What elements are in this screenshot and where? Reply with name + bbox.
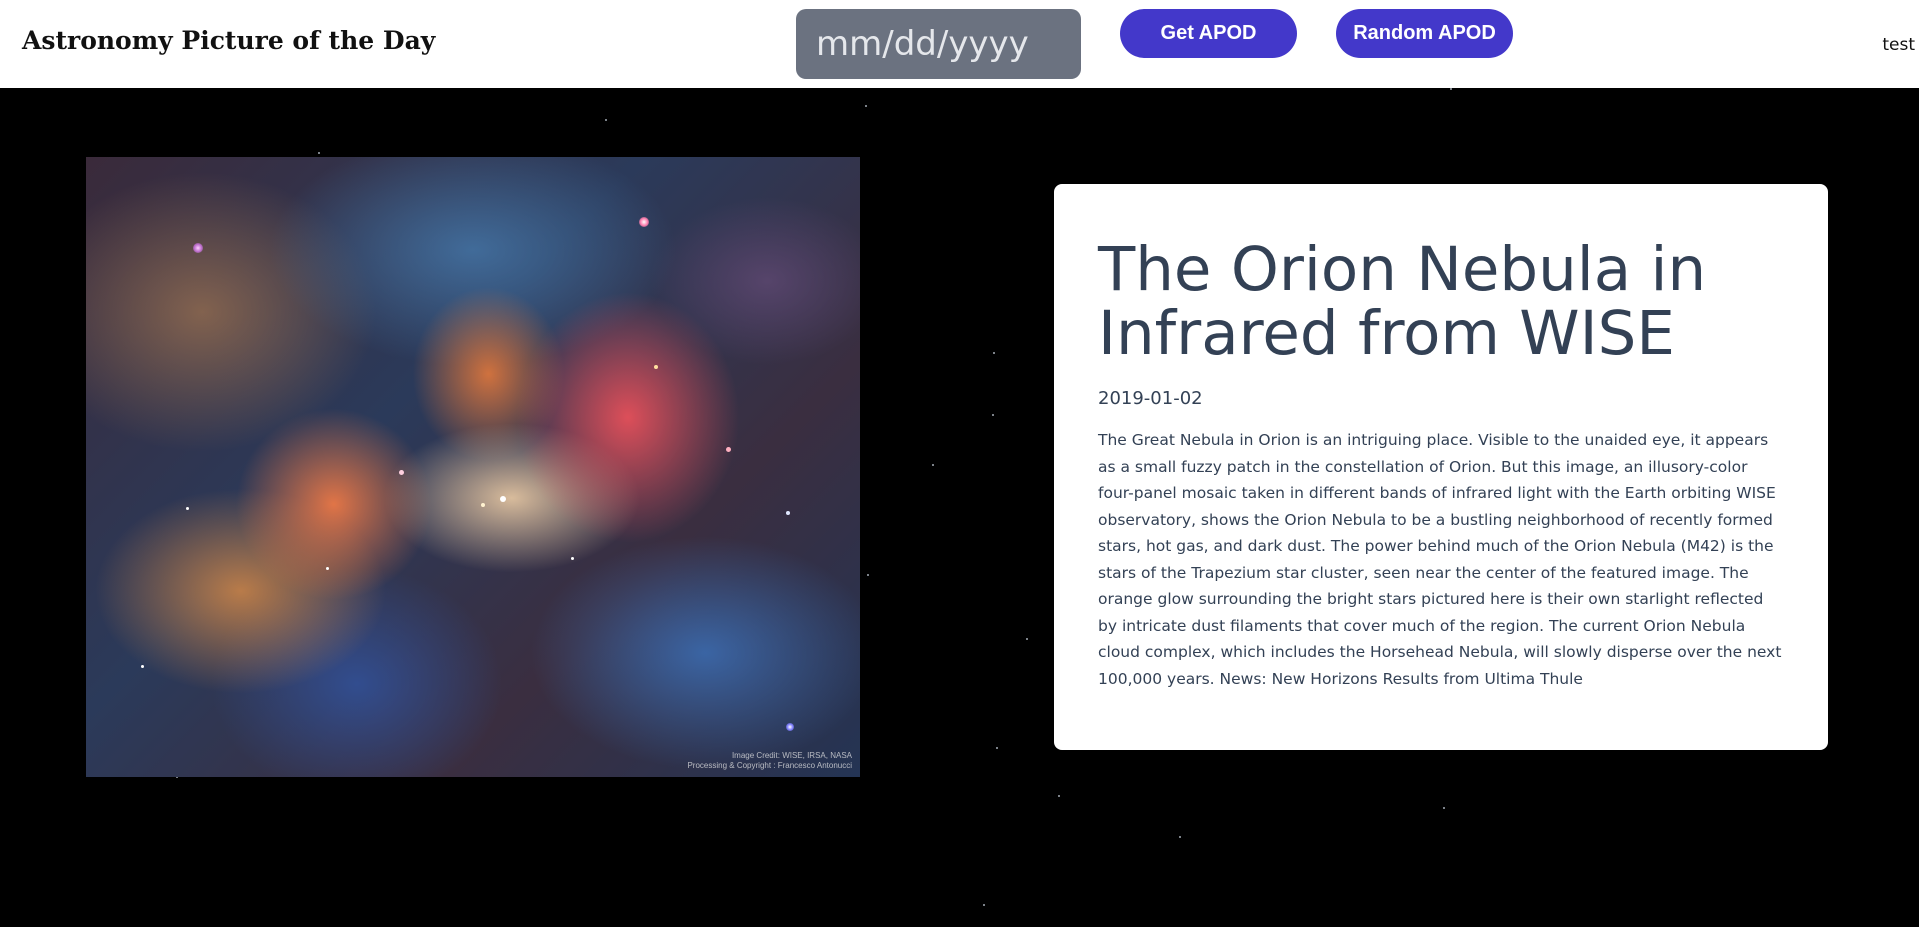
user-label: test [1882, 35, 1915, 55]
get-apod-button[interactable]: Get APOD [1120, 9, 1297, 58]
date-input[interactable] [796, 9, 1081, 79]
site-title: Astronomy Picture of the Day [22, 26, 436, 55]
image-credit-line-2: Processing & Copyright : Francesco Anton… [687, 761, 852, 770]
apod-explanation: The Great Nebula in Orion is an intrigui… [1098, 431, 1782, 688]
random-apod-button[interactable]: Random APOD [1336, 9, 1513, 58]
apod-info-card: The Orion Nebula in Infrared from WISE 2… [1054, 184, 1828, 750]
apod-title: The Orion Nebula in Infrared from WISE [1098, 234, 1707, 369]
apod-date: 2019-01-02 [1098, 388, 1203, 409]
top-header: Astronomy Picture of the Day Get APOD Ra… [0, 0, 1919, 88]
image-credit: Image Credit: WISE, IRSA, NASA Processin… [687, 751, 852, 771]
image-credit-line-1: Image Credit: WISE, IRSA, NASA [731, 751, 852, 760]
orion-nebula-image: Image Credit: WISE, IRSA, NASA Processin… [86, 157, 860, 777]
